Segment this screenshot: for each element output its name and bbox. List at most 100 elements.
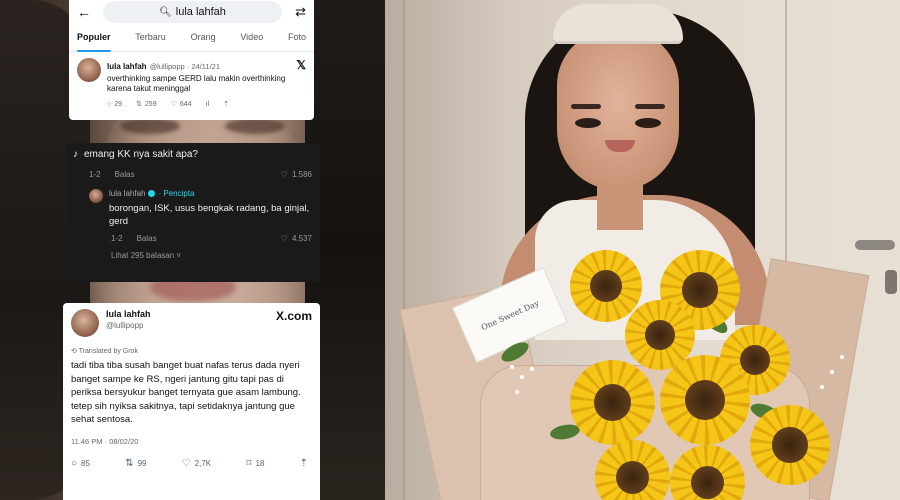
views-icon: ıl: [205, 100, 210, 108]
x-tweet-time: 11.46 PM · 08/02/20: [71, 436, 139, 446]
babys-breath: [515, 390, 519, 394]
filter-icon[interactable]: ⇄: [288, 4, 306, 20]
search-query: lula lahfah: [175, 6, 226, 18]
creator-reply: lula lahfah · Pencipta borongan, ISK, us…: [67, 179, 320, 228]
creator-reply-age: 1-2: [111, 234, 123, 243]
gift-card-text: One Sweet Day: [479, 298, 541, 332]
retweet-count: 99: [137, 458, 147, 468]
creator-tag: · Pencipta: [158, 189, 195, 198]
reply-stat[interactable]: ○ 85: [71, 458, 90, 469]
search-bar-row: ← 🔍︎ lula lahfah ⇄: [69, 0, 314, 24]
creator-reply-text: borongan, ISK, usus bengkak radang, ba g…: [109, 203, 310, 227]
share-stat[interactable]: ⇡: [300, 458, 308, 469]
creator-reply-meta: 1-2 Balas ♡ 4.537: [67, 228, 320, 243]
comment-age: 1-2: [89, 170, 101, 179]
sunflower: [570, 360, 655, 445]
x-logo-icon: 𝕏: [296, 58, 306, 72]
door-lock: [885, 270, 897, 294]
headband: [553, 4, 683, 44]
bookmark-stat[interactable]: ⌑ 18: [246, 458, 264, 469]
heart-icon: ♡: [181, 457, 191, 469]
x-tweet-text: tadi tiba tiba susah banget buat nafas t…: [71, 360, 301, 425]
door-handle: [855, 240, 895, 250]
tweet-handle-date: @lullipopp · 24/11/21: [149, 62, 220, 71]
babys-breath: [830, 370, 834, 374]
sunflower: [660, 355, 750, 445]
share-icon: ⇡: [299, 457, 308, 469]
sunflower-bouquet: One Sweet Day: [399, 250, 870, 500]
avatar[interactable]: [77, 58, 101, 82]
tab-foto[interactable]: Foto: [288, 32, 306, 51]
translated-by-grok: ⟲ Translated by Grok: [71, 348, 138, 355]
share-icon: ⇡: [223, 101, 229, 108]
like-count: 644: [179, 100, 192, 108]
retweet-stat[interactable]: ⇅ 99: [125, 458, 146, 469]
view-more-replies-link[interactable]: Lihat 295 balasan ˅: [67, 243, 320, 260]
comment-meta: 1-2 Balas ♡ 1.586: [67, 160, 320, 179]
verified-icon: [148, 190, 156, 197]
heart-icon[interactable]: ♡: [281, 234, 288, 243]
avatar[interactable]: [89, 189, 103, 203]
avatar[interactable]: [71, 309, 99, 337]
babys-breath: [510, 365, 514, 369]
like-stat[interactable]: ♡ 2,7K: [182, 458, 211, 469]
reply-stat[interactable]: ○ 29: [107, 100, 122, 108]
heart-icon: ♡: [170, 101, 177, 108]
search-tabs: Populer Terbaru Orang Video Foto: [69, 24, 314, 52]
comment-thread-card: ♪ emang KK nya sakit apa? 1-2 Balas ♡ 1.…: [67, 143, 320, 282]
comment-question-text: emang KK nya sakit apa?: [84, 149, 198, 160]
retweet-stat[interactable]: ⇅ 259: [136, 100, 157, 109]
creator-name[interactable]: lula lahfah: [109, 189, 145, 198]
face: [557, 30, 679, 190]
retweet-count: 259: [144, 100, 157, 108]
back-arrow-icon[interactable]: ←: [77, 4, 97, 20]
bookmark-icon: ⌑: [246, 457, 252, 469]
retweet-icon: ⇅: [136, 101, 142, 108]
sunflower: [570, 250, 642, 322]
grok-label: Translated by Grok: [78, 348, 138, 355]
tab-video[interactable]: Video: [240, 32, 263, 51]
eye-right: [635, 118, 661, 128]
tab-terbaru[interactable]: Terbaru: [135, 32, 166, 51]
reply-icon: ○: [71, 457, 78, 469]
blurred-eye-right: [225, 118, 285, 134]
search-result-card: ← 🔍︎ lula lahfah ⇄ Populer Terbaru Orang…: [69, 0, 314, 120]
sunflower: [750, 405, 830, 485]
babys-breath: [520, 375, 524, 379]
reply-button[interactable]: Balas: [137, 234, 157, 243]
tweet-stats: ○ 29 ⇅ 259 ♡ 644 ıl ⇡: [107, 100, 306, 109]
wall-panel-line: [403, 0, 405, 500]
x-tweet-stats: ○ 85 ⇅ 99 ♡ 2,7K ⌑ 18 ⇡: [71, 458, 312, 469]
search-input[interactable]: 🔍︎ lula lahfah: [103, 1, 282, 23]
comment-like-count: 1.586: [291, 170, 312, 179]
tweet[interactable]: lula lahfah @lullipopp · 24/11/21 𝕏 over…: [69, 52, 314, 108]
creator-like-count: 4.537: [291, 234, 312, 243]
bookmark-count: 18: [255, 458, 265, 468]
babys-breath: [840, 355, 844, 359]
views-stat[interactable]: ıl: [206, 100, 210, 108]
tiktok-icon: ♪: [73, 149, 78, 160]
x-tweet-card: lula lahfah @lullipopp X.com ⟲ Translate…: [63, 303, 320, 500]
tweet-author-name[interactable]: lula lahfah: [107, 62, 147, 71]
share-stat[interactable]: ⇡: [223, 100, 229, 108]
babys-breath: [530, 367, 534, 371]
reply-count: 29: [114, 100, 123, 108]
x-logo-icon: X.com: [275, 309, 312, 323]
like-stat[interactable]: ♡ 644: [170, 100, 192, 109]
like-count: 2,7K: [194, 458, 212, 468]
portrait-photo-with-sunflowers: One Sweet Day: [385, 0, 900, 500]
reply-icon: ○: [107, 100, 112, 108]
x-author-name[interactable]: lula lahfah: [106, 309, 276, 319]
reply-count: 85: [81, 458, 90, 468]
eyebrow-left: [571, 104, 601, 109]
tab-populer[interactable]: Populer: [77, 32, 111, 52]
blurred-eye-left: [120, 118, 180, 134]
eye-left: [575, 118, 601, 128]
reply-button[interactable]: Balas: [115, 170, 135, 179]
heart-icon[interactable]: ♡: [281, 170, 288, 179]
tab-orang[interactable]: Orang: [191, 32, 216, 51]
eyebrow-right: [635, 104, 665, 109]
x-author-handle[interactable]: @lullipopp: [106, 321, 276, 330]
comment-question: ♪ emang KK nya sakit apa?: [67, 143, 320, 160]
babys-breath: [820, 385, 824, 389]
